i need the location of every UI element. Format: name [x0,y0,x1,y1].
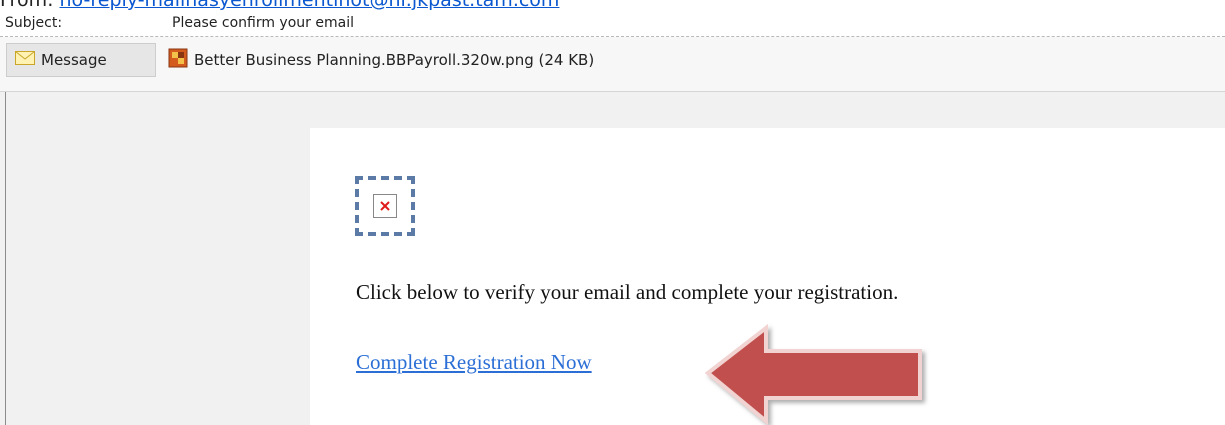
red-arrow-graphic [704,323,922,425]
pane-divider [5,92,6,425]
message-tab-label: Message [41,51,107,69]
png-file-icon [168,48,194,72]
broken-image-icon[interactable] [355,176,415,236]
from-row: From: no-reply-mailnasyehrollmentinot@ni… [0,0,559,12]
email-reader-window: From: no-reply-mailnasyehrollmentinot@ni… [0,0,1225,425]
attachment-bar: Message Better Business Planning.BBPayro… [0,37,1225,92]
subject-row: Subject: Please confirm your email [0,12,1225,37]
complete-registration-link[interactable]: Complete Registration Now [356,350,592,375]
from-address-link[interactable]: no-reply-mailnasyehrollmentinot@ni.jkpas… [59,0,559,11]
subject-label: Subject: [5,15,63,31]
from-label: From: [0,0,54,11]
message-tab[interactable]: Message [6,43,156,77]
email-body-text: Click below to verify your email and com… [356,280,899,304]
attachment-file-label: Better Business Planning.BBPayroll.320w.… [194,51,595,69]
envelope-icon [15,51,41,69]
attachment-file[interactable]: Better Business Planning.BBPayroll.320w.… [168,43,594,77]
subject-value: Please confirm your email [172,15,354,31]
